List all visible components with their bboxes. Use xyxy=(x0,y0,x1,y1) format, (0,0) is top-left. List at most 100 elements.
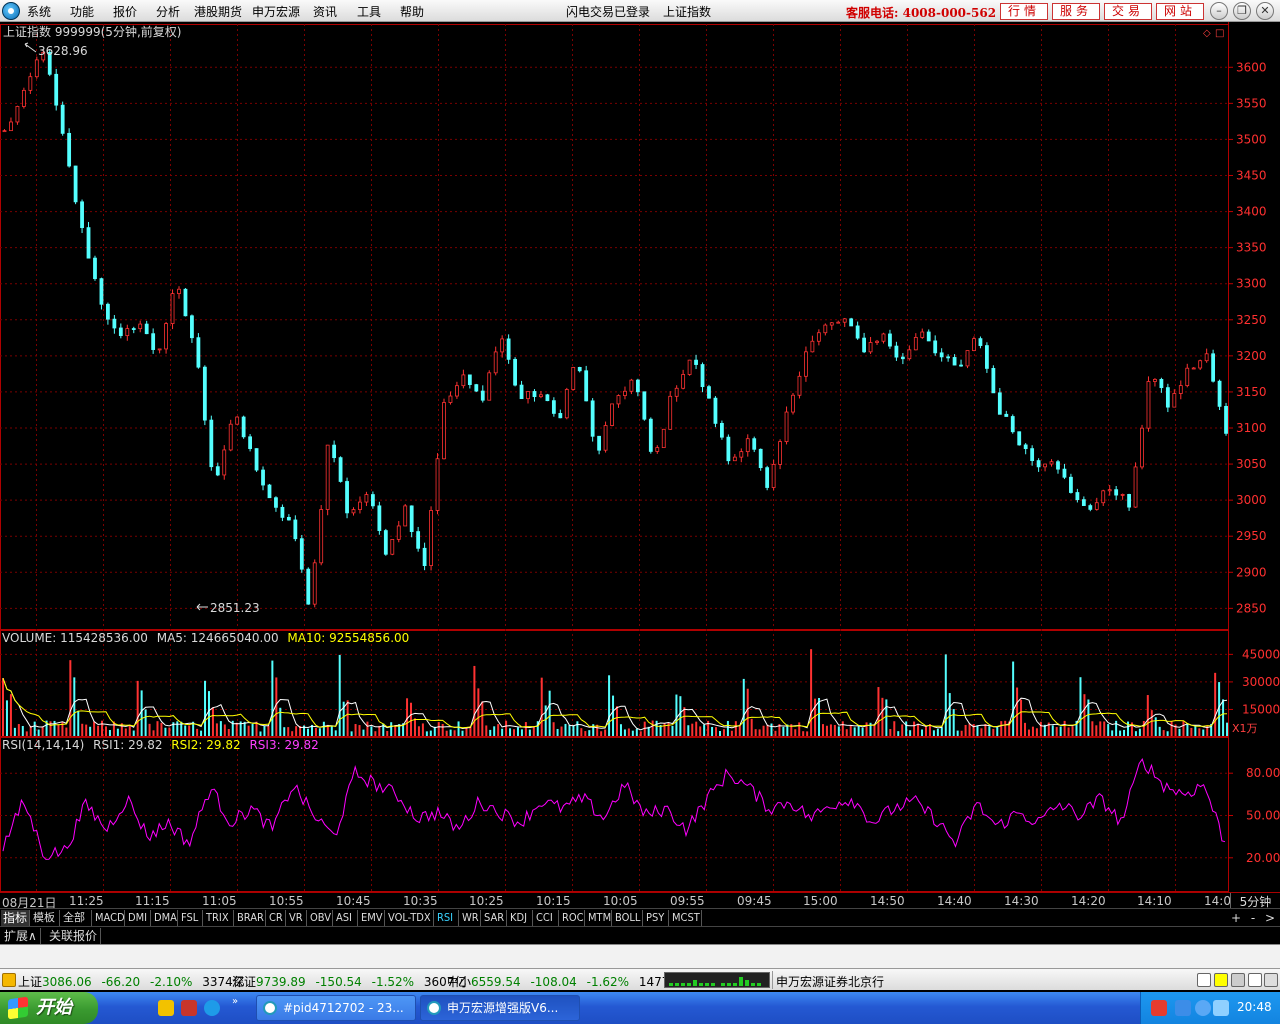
tray-ime-icon[interactable] xyxy=(1175,1000,1191,1016)
tab-dmi[interactable]: DMI xyxy=(126,910,151,926)
menu-function[interactable]: 功能 xyxy=(70,3,94,20)
candle-body xyxy=(855,325,860,339)
volume-bar xyxy=(873,724,876,736)
candle-body xyxy=(939,352,944,358)
period-selector[interactable]: 5分钟 xyxy=(1230,893,1280,909)
quicklaunch-browser-icon[interactable] xyxy=(204,1000,220,1016)
menu-system[interactable]: 系统 xyxy=(27,3,51,20)
scroll-right-button[interactable]: > xyxy=(1262,910,1278,926)
tab-dma[interactable]: DMA xyxy=(152,910,178,926)
tab-cr[interactable]: CR xyxy=(267,910,286,926)
volume-bar xyxy=(223,724,226,736)
tray-back-icon[interactable] xyxy=(1195,1000,1211,1016)
zx-index-summary[interactable]: 中小6559.54 -108.04 -1.62% 1477亿 xyxy=(447,973,681,990)
expand-button[interactable]: 扩展∧ xyxy=(1,928,41,944)
tray-shield-icon[interactable] xyxy=(1213,1000,1229,1016)
market-icon[interactable] xyxy=(2,973,16,987)
candle-body xyxy=(674,387,679,397)
volume-bar xyxy=(1158,726,1161,736)
zoom-out-button[interactable]: - xyxy=(1245,910,1261,926)
volume-bar xyxy=(671,725,674,736)
tab-sar[interactable]: SAR xyxy=(482,910,507,926)
menu-quote[interactable]: 报价 xyxy=(113,3,137,20)
tab-roc[interactable]: ROC xyxy=(560,910,585,926)
tab-psy[interactable]: PSY xyxy=(644,910,669,926)
zoom-in-button[interactable]: + xyxy=(1228,910,1244,926)
volume-bar xyxy=(798,722,801,736)
start-button[interactable]: 开始 xyxy=(0,992,98,1024)
tab-trix[interactable]: TRIX xyxy=(204,910,234,926)
service-button[interactable]: 服务 xyxy=(1052,3,1100,20)
signal-icon[interactable] xyxy=(1231,973,1245,987)
tab-fsl[interactable]: FSL xyxy=(179,910,203,926)
quicklaunch-media-icon[interactable] xyxy=(181,1000,197,1016)
sz-index-summary[interactable]: 深证9739.89 -150.54 -1.52% 3607亿 xyxy=(232,973,466,990)
volume-bar xyxy=(128,724,131,736)
tab-wr[interactable]: WR xyxy=(460,910,481,926)
menu-analysis[interactable]: 分析 xyxy=(156,3,180,20)
chart-title: 上证指数 999999(5分钟,前复权) xyxy=(3,24,181,39)
menu-help[interactable]: 帮助 xyxy=(400,3,424,20)
taskbar-item-swhy[interactable]: 申万宏源增强版V6... xyxy=(420,995,580,1021)
quote-button[interactable]: 行情 xyxy=(1000,3,1048,20)
volume-bar xyxy=(588,730,591,736)
quicklaunch-app-icon[interactable] xyxy=(158,1000,174,1016)
tab-kdj[interactable]: KDJ xyxy=(508,910,533,926)
sh-index-summary[interactable]: 上证3086.06 -66.20 -2.10% 3374亿 xyxy=(18,973,245,990)
tab-mtm[interactable]: MTM xyxy=(586,910,612,926)
volume-bar xyxy=(124,728,127,736)
network-icon[interactable] xyxy=(1264,973,1278,987)
related-quotes-button[interactable]: 关联报价 xyxy=(46,928,102,944)
close-icon[interactable]: ✕ xyxy=(1256,2,1274,20)
volume-bar xyxy=(378,725,381,736)
volume-bar xyxy=(509,728,512,736)
volume-bar xyxy=(715,727,718,736)
app-logo-icon[interactable] xyxy=(2,2,20,20)
message-icon[interactable] xyxy=(1197,973,1211,987)
tab-vol-tdx[interactable]: VOL-TDX xyxy=(386,910,434,926)
volume-bar xyxy=(37,729,40,736)
tab-macd[interactable]: MACD xyxy=(93,910,125,926)
candle-body xyxy=(202,366,207,421)
candle-body xyxy=(894,345,899,358)
tab-indicator[interactable]: 指标 xyxy=(1,910,30,926)
tab-brar[interactable]: BRAR xyxy=(235,910,266,926)
chart-window-icon[interactable]: □ xyxy=(1215,28,1224,39)
tab-boll[interactable]: BOLL xyxy=(613,910,643,926)
price-tick-label: 3500 xyxy=(1236,132,1267,146)
chart-diamond-icon[interactable]: ◇ xyxy=(1203,28,1211,39)
system-tray: 20:48 xyxy=(1140,992,1280,1024)
tab-asi[interactable]: ASI xyxy=(334,910,358,926)
minimize-icon[interactable]: – xyxy=(1210,2,1228,20)
quicklaunch-overflow-icon[interactable]: » xyxy=(232,996,242,1012)
restore-icon[interactable]: ❐ xyxy=(1233,2,1251,20)
tab-vr[interactable]: VR xyxy=(287,910,307,926)
chart-canvas[interactable]: 3600 3550 3500 3450 3400 3350 3300 3250 3200 3150… xyxy=(0,22,1280,892)
chart-area[interactable]: 3600 3550 3500 3450 3400 3350 3300 3250 3200 3150… xyxy=(0,22,1280,892)
volume-bar xyxy=(837,726,840,736)
menu-swhy[interactable]: 申万宏源 xyxy=(252,3,300,20)
menu-hk-futures[interactable]: 港股期货 xyxy=(194,3,242,20)
tab-template[interactable]: 模板 xyxy=(31,910,60,926)
notice-icon[interactable] xyxy=(1214,973,1228,987)
candle-body xyxy=(480,390,485,401)
panel-frame xyxy=(0,24,1229,630)
tab-rsi[interactable]: RSI xyxy=(435,910,459,926)
taskbar-item-browser[interactable]: #pid4712702 - 23... xyxy=(256,995,416,1021)
tab-obv[interactable]: OBV xyxy=(308,910,333,926)
tray-app-icon[interactable] xyxy=(1151,1000,1167,1016)
tab-mcst[interactable]: MCST xyxy=(670,910,702,926)
candle-body xyxy=(1153,378,1157,382)
volume-bar xyxy=(1071,726,1074,736)
menu-tools[interactable]: 工具 xyxy=(357,3,381,20)
tab-all[interactable]: 全部 xyxy=(61,910,92,926)
candle-body xyxy=(564,389,569,419)
menu-news[interactable]: 资讯 xyxy=(313,3,337,20)
website-button[interactable]: 网站 xyxy=(1156,3,1204,20)
lock-icon[interactable] xyxy=(1248,973,1262,987)
tab-cci[interactable]: CCI xyxy=(534,910,559,926)
trade-button[interactable]: 交易 xyxy=(1104,3,1152,20)
candle-body xyxy=(261,469,265,486)
candle-body xyxy=(138,323,143,330)
tab-emv[interactable]: EMV xyxy=(359,910,385,926)
